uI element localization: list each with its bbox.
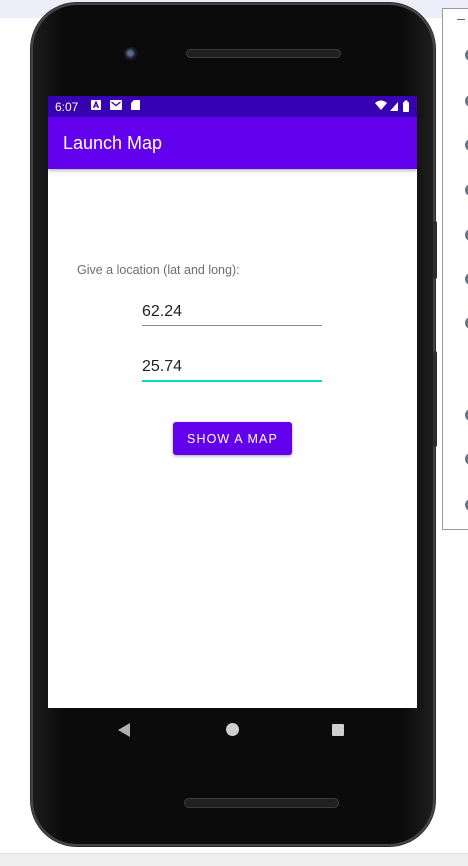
app-bar: Launch Map bbox=[48, 117, 417, 169]
phone-volume-button bbox=[433, 351, 437, 447]
mail-icon bbox=[110, 100, 122, 110]
nav-back-icon[interactable] bbox=[118, 723, 130, 737]
show-map-button[interactable]: SHOW A MAP bbox=[173, 422, 292, 455]
wifi-icon bbox=[375, 100, 387, 110]
emulator-toolbar bbox=[442, 8, 468, 530]
latitude-field[interactable] bbox=[142, 301, 322, 326]
status-time: 6:07 bbox=[55, 100, 79, 114]
cell-signal-icon bbox=[390, 102, 398, 111]
longitude-field[interactable] bbox=[142, 356, 322, 382]
minimize-icon[interactable] bbox=[457, 19, 465, 20]
front-camera-icon bbox=[124, 47, 138, 61]
phone-screen: 6:07 Launch Map Give a location (lat and… bbox=[48, 96, 417, 708]
status-right-icons bbox=[375, 100, 409, 112]
nav-home-icon[interactable] bbox=[226, 723, 239, 736]
location-prompt: Give a location (lat and long): bbox=[77, 263, 240, 277]
sd-card-icon bbox=[131, 100, 140, 110]
a-notification-icon bbox=[91, 100, 101, 110]
earpiece-speaker bbox=[186, 49, 341, 58]
phone-power-button bbox=[433, 221, 437, 279]
status-bar: 6:07 bbox=[48, 96, 417, 117]
desktop-bottom-strip bbox=[0, 853, 468, 866]
nav-recents-icon[interactable] bbox=[332, 724, 344, 736]
app-title: Launch Map bbox=[63, 133, 163, 153]
bottom-speaker bbox=[184, 798, 339, 808]
battery-icon bbox=[403, 102, 409, 112]
